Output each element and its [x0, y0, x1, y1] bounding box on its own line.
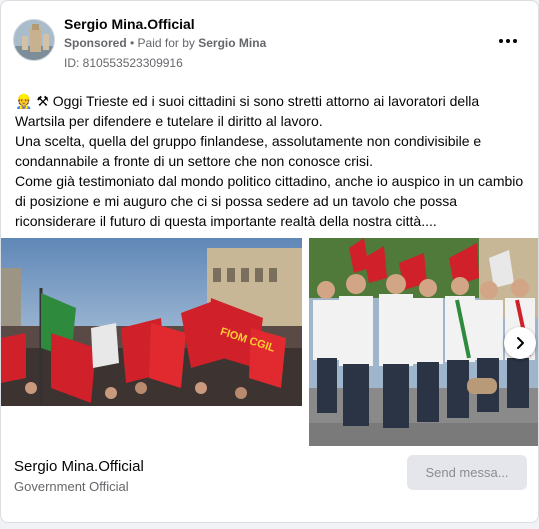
carousel-photo-1[interactable]: FIOM CGIL — [1, 238, 302, 406]
three-dots-icon-dot — [513, 39, 517, 43]
separator-dot: • — [126, 36, 138, 50]
paid-for-by-name[interactable]: Sergio Mina — [198, 36, 266, 50]
three-dots-icon-dot — [506, 39, 510, 43]
send-message-button[interactable]: Send messa... — [407, 455, 527, 490]
three-dots-icon — [499, 39, 503, 43]
ad-card: Sergio Mina.Official Sponsored • Paid fo… — [0, 0, 539, 523]
page-avatar[interactable] — [13, 19, 55, 61]
crowd-photo: FIOM CGIL — [1, 238, 302, 406]
ad-id: ID: 810553523309916 — [64, 56, 183, 70]
chevron-right-icon — [517, 337, 524, 349]
post-text-line: Una scelta, quella del gruppo finlandese… — [15, 133, 486, 169]
post-text-line: Come già testimoniato dal mondo politico… — [15, 173, 528, 229]
post-text: 👷 ⚒ Oggi Trieste ed i suoi cittadini si … — [15, 91, 530, 231]
footer-page-category: Government Official — [14, 479, 129, 494]
avatar-image — [14, 20, 54, 60]
footer-page-name[interactable]: Sergio Mina.Official — [14, 458, 144, 475]
sponsored-label: Sponsored — [64, 36, 127, 50]
carousel-next-button[interactable] — [504, 327, 536, 359]
paid-for-by-prefix: Paid for by — [137, 36, 199, 50]
sponsored-line: Sponsored • Paid for by Sergio Mina — [64, 36, 266, 50]
page-name-link[interactable]: Sergio Mina.Official — [64, 16, 195, 32]
more-options-button[interactable] — [496, 31, 520, 51]
post-text-line: 👷 ⚒ Oggi Trieste ed i suoi cittadini si … — [15, 93, 484, 129]
